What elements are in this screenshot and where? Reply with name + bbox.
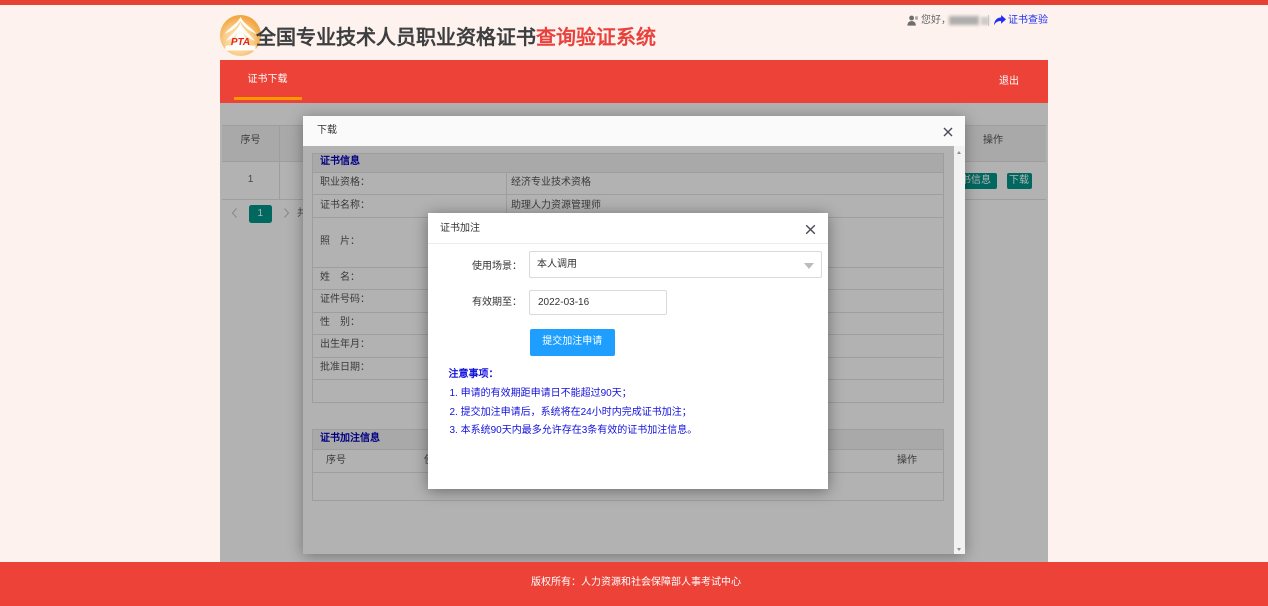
- svg-text:PTA: PTA: [231, 37, 250, 48]
